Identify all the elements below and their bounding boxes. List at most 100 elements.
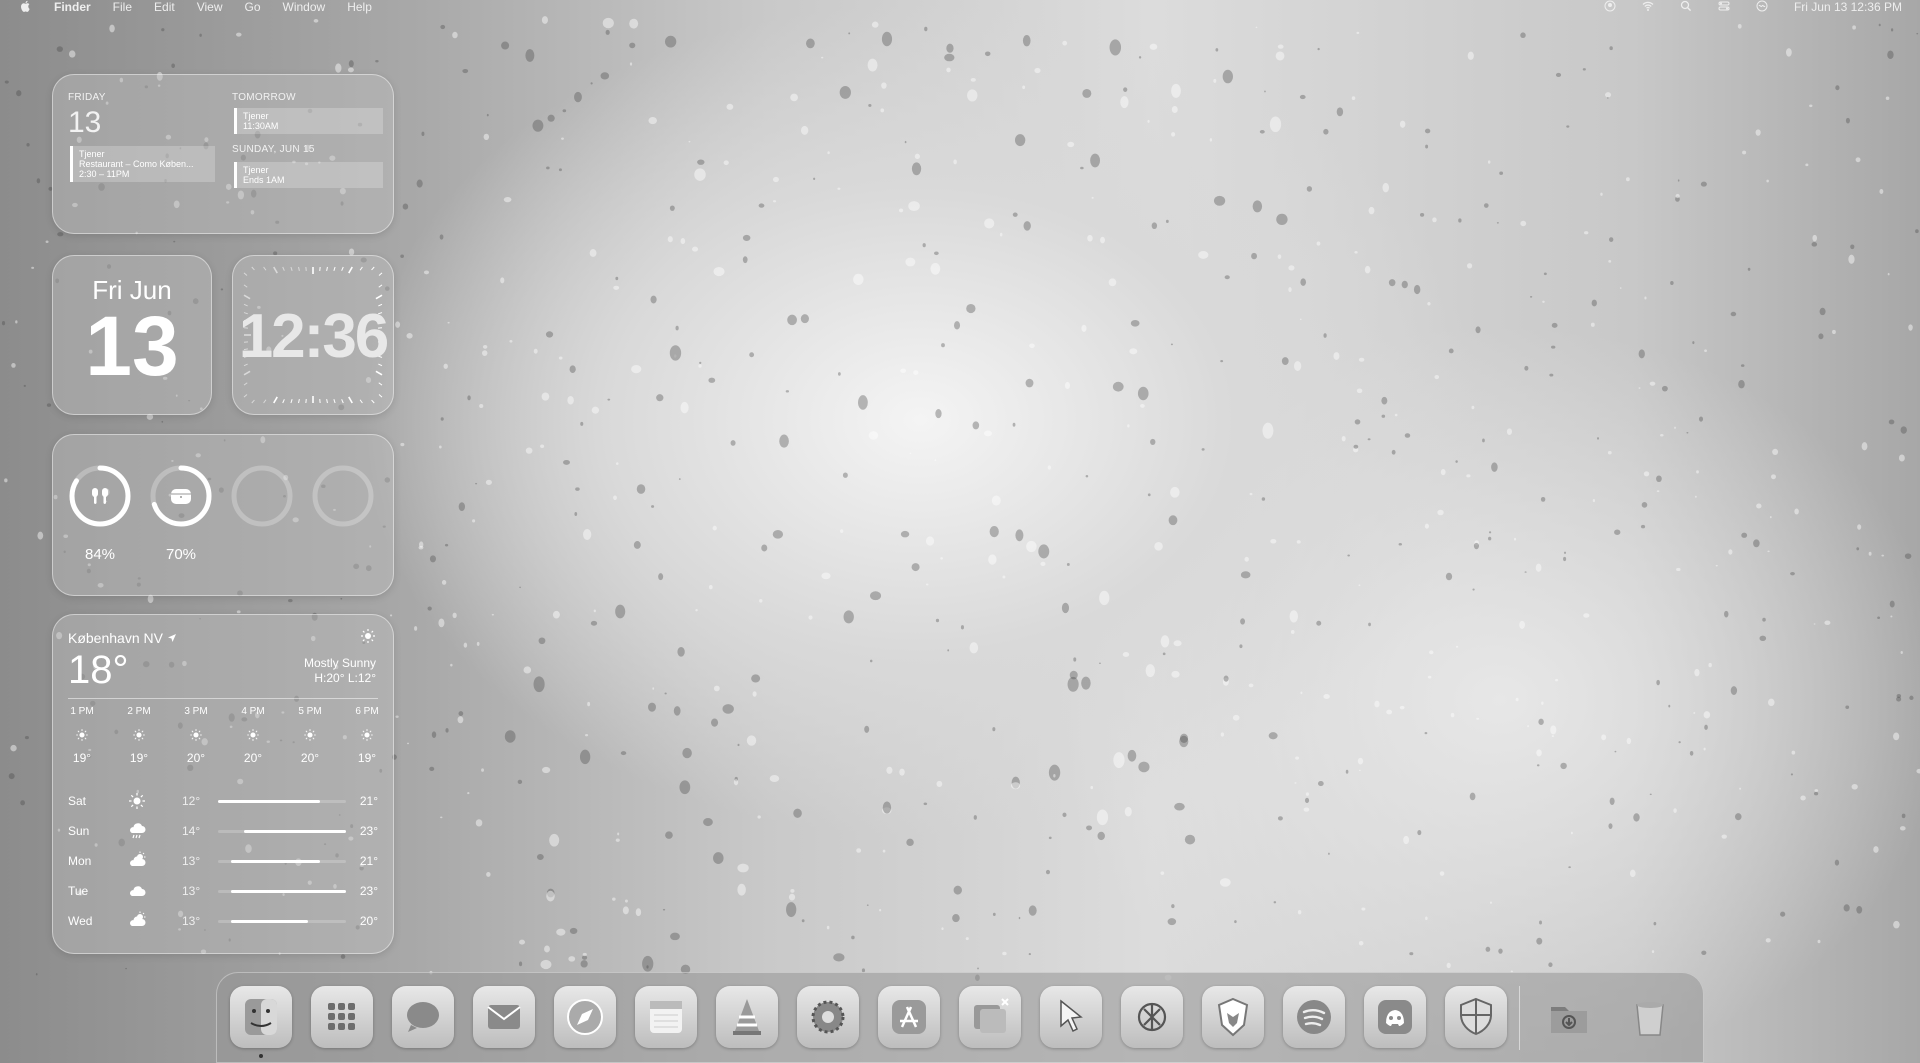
airpods-case-icon (171, 489, 191, 504)
date-day-number: 13 (85, 299, 179, 393)
chatgpt-icon[interactable] (1121, 986, 1183, 1048)
downloads-folder-icon[interactable] (1538, 986, 1600, 1048)
launchpad-icon[interactable] (311, 986, 373, 1048)
user-icon[interactable] (1604, 0, 1616, 15)
weather-current-temp: 18° (68, 648, 129, 692)
trash-icon[interactable] (1619, 986, 1681, 1048)
hourly-forecast: 3 PM 20° (176, 706, 216, 765)
hourly-forecast: 2 PM 19° (119, 706, 159, 765)
hour-temp: 19° (357, 751, 377, 765)
cloud-icon (126, 880, 148, 902)
rain-icon (130, 823, 146, 839)
system-settings-icon[interactable] (797, 986, 859, 1048)
sun-icon (361, 729, 373, 741)
day-name: Sat (68, 794, 87, 808)
temp-range-bar (218, 860, 346, 863)
apple-menu-icon[interactable] (20, 0, 32, 15)
date-widget[interactable]: Fri Jun 13 (52, 255, 212, 415)
sun-icon (360, 628, 376, 649)
spotify-icon[interactable] (1283, 986, 1345, 1048)
sun-icon (129, 793, 145, 809)
day-low: 13° (182, 884, 201, 898)
battery-empty-slot (230, 464, 294, 528)
hourly-forecast: 6 PM 19° (347, 706, 387, 765)
menu-help[interactable]: Help (347, 0, 372, 14)
messages-icon[interactable] (392, 986, 454, 1048)
menu-file[interactable]: File (113, 0, 132, 14)
weather-divider (68, 698, 378, 699)
today-day-number: 13 (68, 106, 102, 139)
hour-temp: 19° (129, 751, 149, 765)
screenshot-icon[interactable] (959, 986, 1021, 1048)
rain-icon (126, 820, 148, 842)
sun-icon (304, 729, 316, 741)
today-event[interactable]: Tjener Restaurant – Como Køben... 2:30 –… (70, 146, 215, 182)
hourly-forecast: 4 PM 20° (233, 706, 273, 765)
batteries-widget[interactable]: 84% 70% (52, 434, 394, 596)
daily-forecast-row: Wed 13° 20° (68, 906, 378, 936)
brave-icon[interactable] (1202, 986, 1264, 1048)
temp-range-bar (218, 830, 346, 833)
siri-icon[interactable] (1756, 0, 1768, 15)
app-store-icon[interactable] (878, 986, 940, 1048)
running-indicator (259, 1054, 263, 1058)
menu-bar: Finder File Edit View Go Window Help Fri… (0, 0, 1920, 14)
control-center-icon[interactable] (1718, 0, 1730, 15)
menu-clock[interactable]: Fri Jun 13 12:36 PM (1794, 0, 1902, 14)
hour-temp: 20° (300, 751, 320, 765)
search-icon[interactable] (1680, 0, 1692, 15)
battery-percent: 70% (165, 546, 197, 563)
cursor-icon[interactable] (1040, 986, 1102, 1048)
calendar-widget[interactable]: FRIDAY 13 Tjener Restaurant – Como Køben… (52, 74, 394, 234)
dock (216, 972, 1704, 1063)
temp-range-bar (218, 800, 346, 803)
daily-forecast-row: Sun 14° 23° (68, 816, 378, 846)
hour-label: 3 PM (184, 706, 208, 717)
tomorrow-event[interactable]: Tjener 11:30AM (234, 108, 383, 134)
day-high: 21° (359, 794, 378, 808)
temp-range-bar (218, 920, 346, 923)
partly-cloudy-icon (126, 910, 148, 932)
battery-ring (68, 464, 132, 528)
sun-icon (74, 727, 90, 743)
sunday-event[interactable]: Tjener Ends 1AM (234, 162, 383, 188)
sun-icon (76, 729, 88, 741)
menu-go[interactable]: Go (245, 0, 261, 14)
event-title: Tjener (243, 165, 269, 175)
dock-separator (1519, 986, 1520, 1050)
menu-view[interactable]: View (197, 0, 223, 14)
menu-edit[interactable]: Edit (154, 0, 175, 14)
security-shield-icon[interactable] (1445, 986, 1507, 1048)
sun-icon (190, 729, 202, 741)
hourly-forecast: 5 PM 20° (290, 706, 330, 765)
weather-widget[interactable]: København NV 18° Mostly Sunny H:20° L:12… (52, 614, 394, 954)
wifi-icon[interactable] (1642, 0, 1654, 15)
airpods-icon (92, 488, 108, 504)
event-time: Ends 1AM (243, 175, 285, 185)
daily-forecast-row: Mon 13° 21° (68, 846, 378, 876)
notes-icon[interactable] (635, 986, 697, 1048)
cloud-icon (130, 886, 146, 896)
event-title: Tjener (243, 111, 269, 121)
weather-condition-block: Mostly Sunny H:20° L:12° (304, 656, 376, 686)
vlc-icon[interactable] (716, 986, 778, 1048)
sunday-label: SUNDAY, JUN 15 (232, 144, 315, 155)
sun-icon (247, 729, 259, 741)
hour-label: 5 PM (298, 706, 322, 717)
day-high: 23° (359, 824, 378, 838)
finder-icon[interactable] (230, 986, 292, 1048)
day-name: Mon (68, 854, 92, 868)
hour-temp: 20° (243, 751, 263, 765)
day-name: Sun (68, 824, 90, 838)
menu-window[interactable]: Window (283, 0, 326, 14)
sun-icon (245, 727, 261, 743)
mail-icon[interactable] (473, 986, 535, 1048)
safari-icon[interactable] (554, 986, 616, 1048)
clock-widget[interactable]: 12:36 (232, 255, 394, 415)
discord-icon[interactable] (1364, 986, 1426, 1048)
day-high: 23° (359, 884, 378, 898)
menu-app-name[interactable]: Finder (54, 0, 91, 14)
hourly-forecast: 1 PM 19° (62, 706, 102, 765)
day-name: Tue (68, 884, 89, 898)
battery-ring (149, 464, 213, 528)
